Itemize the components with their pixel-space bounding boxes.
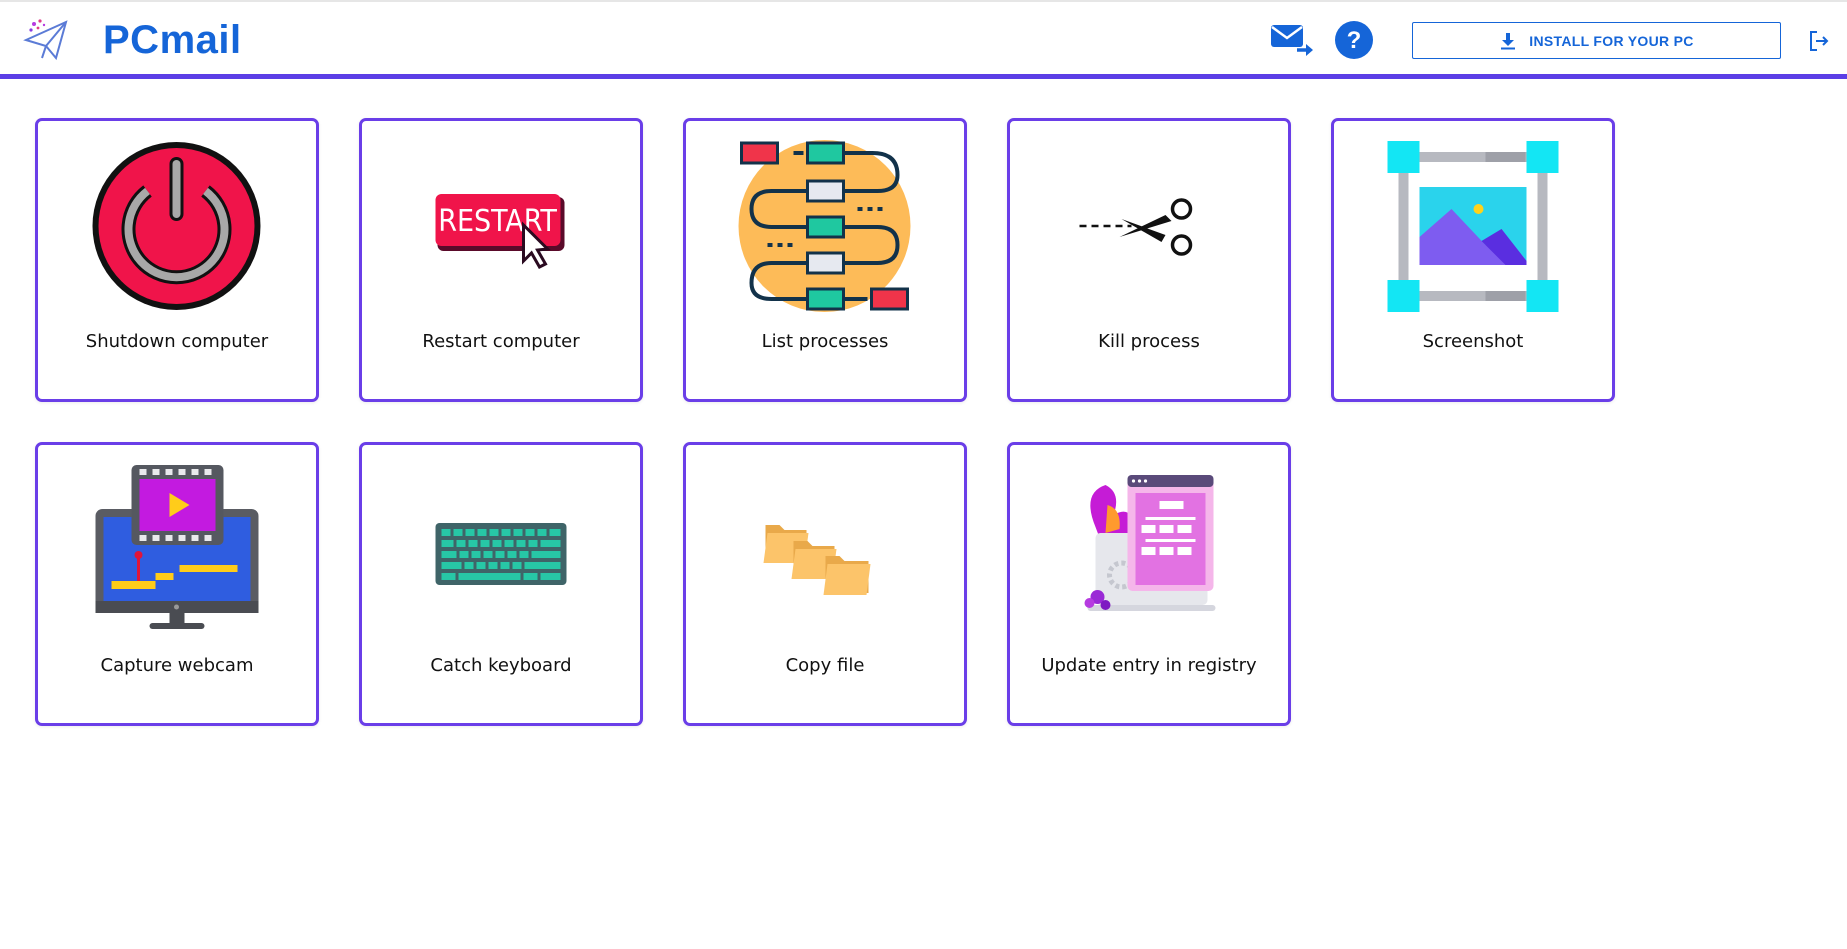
- svg-text:?: ?: [1347, 27, 1362, 54]
- power-icon: [92, 142, 261, 310]
- scissors-icon: [1079, 198, 1193, 256]
- logout-icon[interactable]: [1808, 30, 1830, 52]
- action-label: Capture webcam: [100, 655, 254, 676]
- action-label: Catch keyboard: [430, 655, 572, 676]
- restart-icon: RESTART: [435, 194, 565, 269]
- paper-plane-logo-icon[interactable]: [22, 16, 70, 64]
- action-label: Restart computer: [422, 331, 580, 352]
- action-card-copy-file[interactable]: Copy file: [683, 442, 967, 726]
- action-card-catch-keyboard[interactable]: Catch keyboard: [359, 442, 643, 726]
- webcam-icon: [95, 465, 259, 629]
- svg-text:RESTART: RESTART: [438, 204, 557, 239]
- action-label: Copy file: [785, 655, 865, 676]
- process-flow-icon: [738, 140, 911, 312]
- download-icon: [1501, 32, 1516, 49]
- mail-forward-icon[interactable]: [1270, 22, 1314, 58]
- install-button-label: INSTALL FOR YOUR PC: [1529, 32, 1694, 49]
- action-label: Update entry in registry: [1041, 655, 1257, 676]
- action-card-update-registry[interactable]: Update entry in registry: [1007, 442, 1291, 726]
- action-label: Screenshot: [1422, 331, 1524, 352]
- folders-icon: [763, 525, 871, 595]
- action-label: List processes: [761, 331, 889, 352]
- app-title: PCmail: [103, 18, 242, 62]
- install-button[interactable]: INSTALL FOR YOUR PC: [1412, 22, 1781, 59]
- registry-icon: [1084, 475, 1216, 611]
- help-icon[interactable]: ?: [1334, 20, 1374, 60]
- action-card-shutdown[interactable]: Shutdown computer: [35, 118, 319, 402]
- action-label: Shutdown computer: [85, 331, 269, 352]
- screenshot-icon: [1387, 141, 1559, 312]
- keyboard-icon: [435, 523, 567, 585]
- action-card-restart[interactable]: RESTART Restart computer: [359, 118, 643, 402]
- action-label: Kill process: [1098, 331, 1200, 352]
- app-header: PCmail ? INSTALL FOR YOUR PC: [0, 2, 1847, 79]
- action-card-list-processes[interactable]: List processes: [683, 118, 967, 402]
- action-card-screenshot[interactable]: Screenshot: [1331, 118, 1615, 402]
- action-card-capture-webcam[interactable]: Capture webcam: [35, 442, 319, 726]
- action-card-kill-process[interactable]: Kill process: [1007, 118, 1291, 402]
